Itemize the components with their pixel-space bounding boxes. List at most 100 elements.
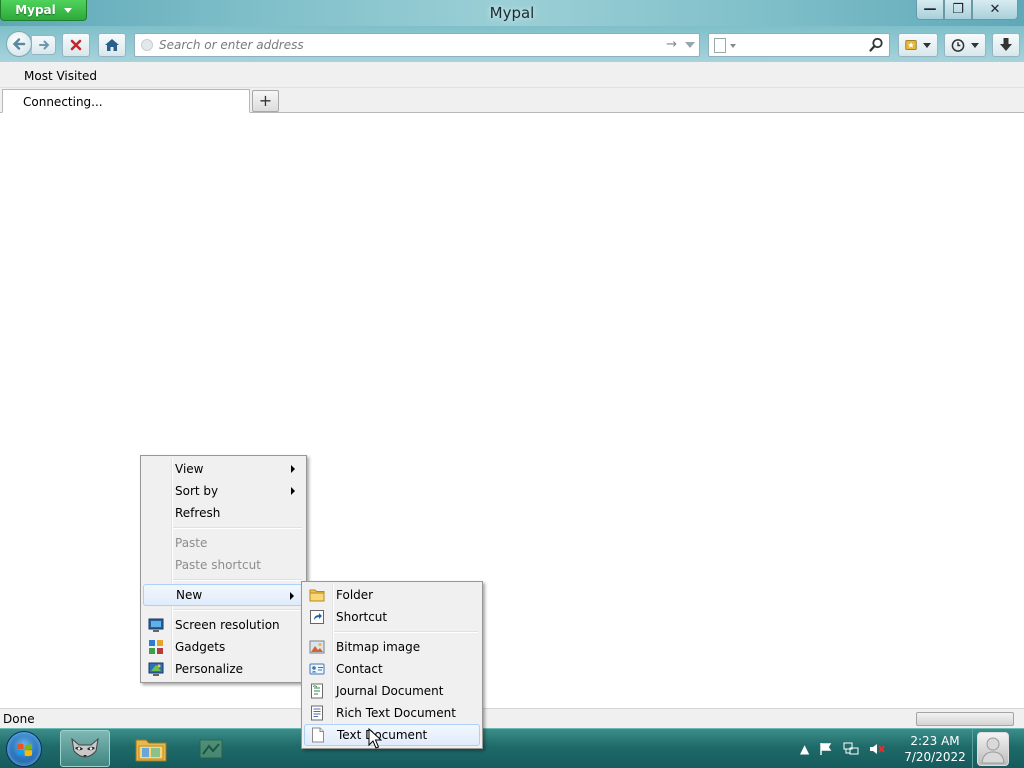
taskbar-app-button[interactable] [186, 730, 236, 767]
user-icon [981, 737, 1005, 764]
menu-item-new[interactable]: New [143, 584, 304, 606]
menu-item-label: Refresh [175, 506, 221, 520]
clock[interactable]: 2:23 AM 7/20/2022 [900, 733, 970, 765]
menu-item-label: New [176, 588, 203, 602]
user-avatar[interactable] [977, 732, 1009, 766]
start-button[interactable] [6, 731, 42, 767]
folder-icon [309, 589, 325, 602]
new-tab-button[interactable]: + [252, 90, 279, 112]
downloads-button[interactable] [992, 33, 1020, 57]
history-button[interactable] [944, 33, 986, 57]
menu-item-paste-shortcut: Paste shortcut [143, 554, 304, 576]
clock-date: 7/20/2022 [904, 750, 966, 764]
menu-item-label: Screen resolution [175, 618, 280, 632]
show-hidden-icons-icon[interactable]: ▲ [800, 742, 809, 756]
home-button[interactable] [98, 33, 126, 57]
home-icon [105, 39, 119, 51]
app-window-icon [199, 739, 223, 758]
menu-separator [143, 606, 304, 614]
personalize-icon [148, 662, 164, 676]
windows-logo-icon [17, 743, 32, 757]
status-bar: Done [0, 708, 1024, 728]
submenu-arrow-icon [290, 592, 294, 600]
app-menu-button[interactable]: Mypal [0, 0, 87, 21]
volume-muted-icon[interactable] [869, 742, 886, 756]
text-document-icon [312, 727, 324, 743]
search-engine-chevron-icon[interactable] [730, 44, 736, 48]
window-title: Mypal [489, 4, 535, 22]
menu-item-label: Shortcut [336, 610, 388, 624]
menu-item-folder[interactable]: Folder [304, 584, 480, 606]
menu-item-label: Personalize [175, 662, 244, 676]
bookmarks-menu-button[interactable] [898, 33, 938, 57]
bookmarks-toolbar: Most Visited [0, 62, 1024, 88]
search-bar[interactable] [708, 33, 890, 57]
mouse-pointer-icon [368, 728, 382, 749]
address-dropdown-icon[interactable] [685, 42, 695, 48]
address-input[interactable] [159, 37, 659, 53]
close-button[interactable]: ✕ [972, 0, 1018, 20]
journal-document-icon [311, 683, 323, 699]
site-identity-icon[interactable] [141, 39, 153, 51]
download-arrow-icon [1000, 38, 1012, 51]
menu-item-text-document[interactable]: Text Document [304, 724, 480, 746]
menu-item-label: View [175, 462, 204, 476]
menu-item-label: Text Document [337, 728, 428, 742]
menu-item-personalize[interactable]: Personalize [143, 658, 304, 680]
menu-item-screen-resolution[interactable]: Screen resolution [143, 614, 304, 636]
chevron-down-icon [63, 7, 72, 13]
menu-item-view[interactable]: View [143, 458, 304, 480]
menu-item-label: Sort by [175, 484, 219, 498]
minimize-button[interactable]: — [916, 0, 944, 20]
restore-button[interactable]: ❐ [944, 0, 972, 20]
menu-item-label: Journal Document [336, 684, 444, 698]
action-center-flag-icon[interactable] [819, 742, 833, 756]
taskbar-explorer-button[interactable] [126, 730, 176, 767]
search-input[interactable] [741, 37, 861, 53]
go-arrow-icon[interactable]: → [666, 37, 677, 52]
window-controls: — ❐ ✕ [916, 0, 1018, 20]
back-button[interactable] [6, 31, 32, 57]
stop-button[interactable] [62, 33, 90, 57]
menu-item-label: Bitmap image [336, 640, 421, 654]
raccoon-app-icon [71, 737, 99, 757]
forward-button[interactable] [32, 35, 56, 55]
menu-item-label: Contact [336, 662, 383, 676]
status-text: Done [3, 712, 35, 726]
tab-connecting[interactable]: Connecting... [2, 89, 250, 113]
contact-icon [309, 663, 325, 675]
chevron-down-icon [971, 42, 979, 48]
menu-item-journal-document[interactable]: Journal Document [304, 680, 480, 702]
bookmark-most-visited[interactable]: Most Visited [24, 69, 97, 83]
menu-separator [143, 524, 304, 532]
menu-item-contact[interactable]: Contact [304, 658, 480, 680]
search-engine-icon[interactable] [714, 38, 726, 53]
close-icon: ✕ [989, 2, 1001, 17]
menu-item-refresh[interactable]: Refresh [143, 502, 304, 524]
address-bar[interactable]: → [134, 33, 700, 57]
desktop-context-menu: View Sort by Refresh Paste Paste shortcu… [140, 455, 307, 683]
menu-item-paste: Paste [143, 532, 304, 554]
menu-item-shortcut[interactable]: Shortcut [304, 606, 480, 628]
shortcut-icon [310, 610, 324, 624]
menu-item-rich-text-document[interactable]: Rich Text Document [304, 702, 480, 724]
menu-item-label: Gadgets [175, 640, 226, 654]
system-tray: ▲ [800, 729, 886, 768]
search-icon[interactable] [867, 36, 885, 54]
bookmarks-icon [905, 40, 917, 50]
screen-resolution-icon [148, 618, 164, 632]
menu-item-gadgets[interactable]: Gadgets [143, 636, 304, 658]
minimize-icon: — [923, 2, 937, 17]
menu-item-sort-by[interactable]: Sort by [143, 480, 304, 502]
taskbar: ▲ 2:23 AM 7/20/2022 [0, 728, 1024, 768]
tab-label: Connecting... [23, 95, 103, 109]
menu-item-bitmap-image[interactable]: Bitmap image [304, 636, 480, 658]
plus-icon: + [258, 91, 273, 110]
taskbar-mypal-button[interactable] [60, 730, 110, 767]
submenu-arrow-icon [291, 487, 295, 495]
menu-item-label: Folder [336, 588, 374, 602]
submenu-arrow-icon [291, 465, 295, 473]
folder-icon [135, 739, 167, 761]
network-icon[interactable] [843, 742, 859, 756]
tab-strip: Connecting... + [0, 88, 1024, 113]
